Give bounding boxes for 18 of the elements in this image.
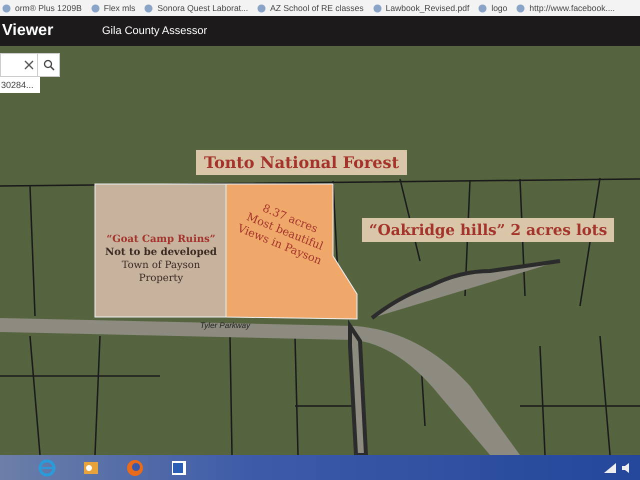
bookmark-link[interactable]: orm® Plus 1209B [2, 0, 82, 16]
bookmark-link[interactable]: AZ School of RE classes [257, 0, 364, 16]
app-title: Viewer [1, 21, 54, 41]
search-field[interactable] [0, 53, 60, 77]
app-subtitle: Gila County Assessor [102, 24, 208, 39]
search-icon[interactable] [42, 59, 54, 71]
search-result[interactable]: 30284... [0, 77, 40, 93]
parcel-note: “Goat Camp Ruins” Not to be developed Town of Payson Property [104, 233, 218, 285]
map-label: “Oakridge hills” 2 acres lots [362, 218, 614, 242]
road-name: Tyler Parkway [200, 321, 250, 330]
bookmark-link[interactable]: Sonora Quest Laborat... [144, 0, 248, 16]
close-icon[interactable] [24, 60, 34, 70]
map-label: Tonto National Forest [196, 150, 407, 175]
bookmark-link[interactable]: Lawbook_Revised.pdf [372, 0, 470, 16]
bookmark-link[interactable]: Flex mls [90, 0, 136, 16]
bookmark-link[interactable]: logo [478, 0, 508, 16]
signal-icon[interactable] [604, 462, 616, 472]
bookmark-link[interactable]: http://www.facebook.... [516, 0, 615, 16]
